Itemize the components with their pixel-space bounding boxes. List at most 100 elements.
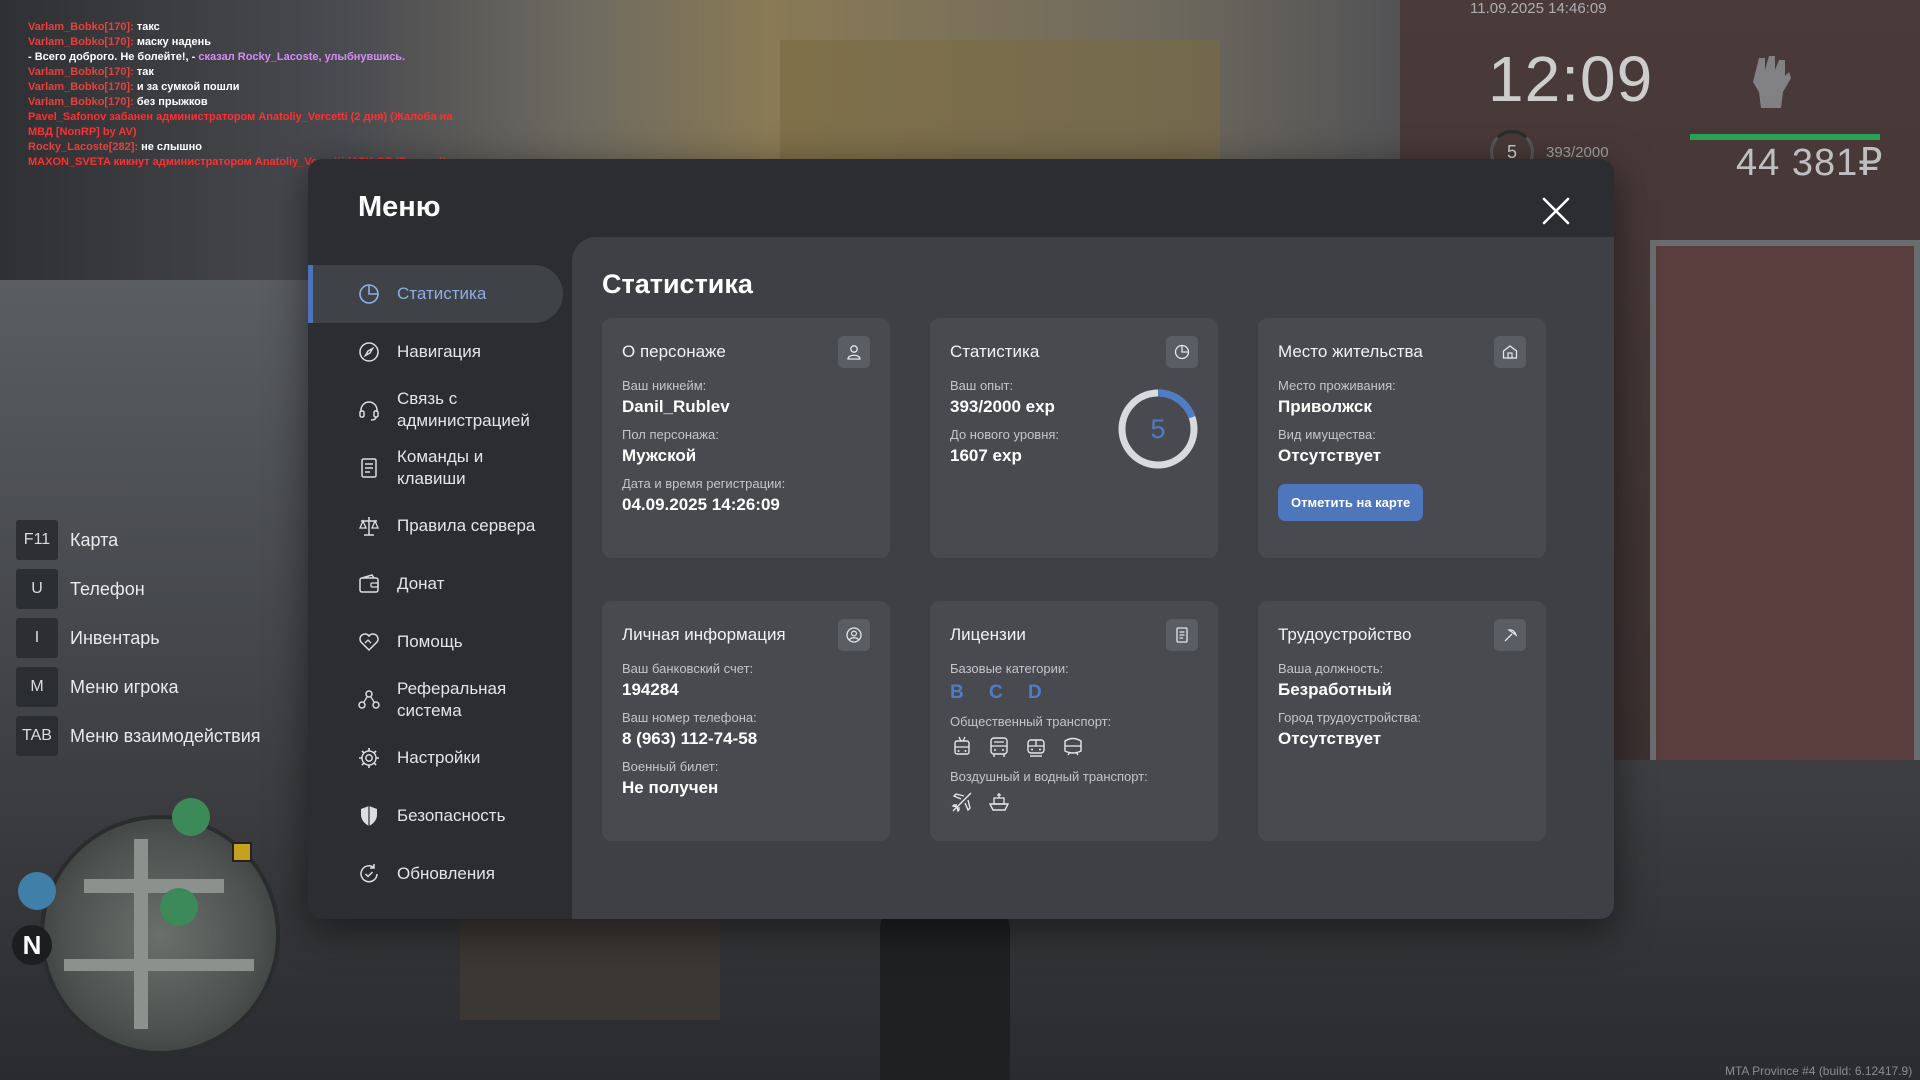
chat-text: и за сумкой пошли <box>133 81 240 93</box>
menu-title: Меню <box>358 191 441 223</box>
sidebar-item-label: Помощь <box>397 632 463 651</box>
sidebar-item-admin-contact[interactable]: Связь с администрацией <box>308 381 563 439</box>
sidebar-item-statistics[interactable]: Статистика <box>308 265 563 323</box>
card-header: О персонаже <box>622 336 870 368</box>
chat-line: Varlam_Bobko[170]: такс <box>28 20 548 35</box>
sidebar-item-label: Настройки <box>397 748 481 767</box>
public-transport-icons <box>950 735 1198 759</box>
chat-log: Varlam_Bobko[170]: такс Varlam_Bobko[170… <box>28 20 548 170</box>
card-header: Личная информация <box>622 619 870 651</box>
base-categories-value: B C D <box>950 682 1052 703</box>
boat-icon <box>987 790 1011 814</box>
mark-on-map-button[interactable]: Отметить на карте <box>1278 484 1424 521</box>
chat-text: - Всего доброго. Не болейте!, - <box>28 51 199 63</box>
licenses-card: Лицензии Базовые категории: B C D Общест… <box>930 601 1218 841</box>
minimap-taxi-marker-icon <box>18 872 56 910</box>
close-icon[interactable] <box>1540 195 1572 227</box>
sidebar-item-commands[interactable]: Команды и клавиши <box>308 439 563 497</box>
headset-icon <box>357 398 381 422</box>
player-menu-window: Меню Статистика Навигация Связь с админи… <box>308 159 1614 919</box>
hotkey-key: U <box>16 569 58 609</box>
scales-icon <box>357 514 381 538</box>
chat-text: маску надень <box>133 36 211 48</box>
sidebar-item-label: Донат <box>397 574 445 593</box>
sidebar-item-settings[interactable]: Настройки <box>308 729 563 787</box>
minimap-north-icon: N <box>12 925 52 965</box>
sidebar-item-updates[interactable]: Обновления <box>308 845 563 903</box>
metro-icon <box>1061 735 1085 759</box>
hud-money: 44 381₽ <box>1736 142 1884 184</box>
statistics-panel: Статистика О персонаже Ваш никнейм: Dani… <box>572 237 1614 919</box>
military-id-value: Не получен <box>622 778 719 797</box>
user-circle-icon <box>838 619 870 651</box>
hotkey-key: TAB <box>16 716 58 756</box>
hotkey-player-menu[interactable]: M Меню игрока <box>16 667 261 707</box>
character-card: О персонаже Ваш никнейм: Danil_Rublev По… <box>602 318 890 558</box>
sidebar-item-label: Команды и клавиши <box>397 447 484 488</box>
chat-line: Varlam_Bobko[170]: так <box>28 65 548 80</box>
sidebar-item-label: Связь с администрацией <box>397 389 530 430</box>
chat-text: не слышно <box>138 141 202 153</box>
chat-line: МВД [NonRP] by AV) <box>28 125 548 140</box>
wallet-icon <box>357 572 381 596</box>
compass-icon <box>357 340 381 364</box>
page-title: Статистика <box>602 269 753 299</box>
card-title: Личная информация <box>622 625 786 644</box>
sidebar-item-referral[interactable]: Реферальная система <box>308 671 563 729</box>
chat-line: Varlam_Bobko[170]: и за сумкой пошли <box>28 80 548 95</box>
minimap-road <box>134 839 148 1029</box>
hotkey-label: Меню взаимодействия <box>70 725 261 746</box>
employment-city-value: Отсутствует <box>1278 729 1382 748</box>
hotkey-key: F11 <box>16 520 58 560</box>
position-label: Ваша должность: <box>1278 661 1384 676</box>
id-card-icon <box>1166 619 1198 651</box>
card-title: Место жительства <box>1278 342 1423 361</box>
gear-icon <box>357 746 381 770</box>
chat-text: без прыжков <box>133 96 208 108</box>
referral-icon <box>357 688 381 712</box>
hotkey-interaction-menu[interactable]: TAB Меню взаимодействия <box>16 716 261 756</box>
residence-card: Место жительства Место проживания: Приво… <box>1258 318 1546 558</box>
sidebar-item-donate[interactable]: Донат <box>308 555 563 613</box>
chat-action: сказал Rocky_Lacoste, улыбнувшись. <box>198 51 406 63</box>
level-number: 5 <box>1150 413 1166 444</box>
sidebar-item-security[interactable]: Безопасность <box>308 787 563 845</box>
chat-nick: Varlam_Bobko[170]: <box>28 81 134 93</box>
chat-nick: Varlam_Bobko[170]: <box>28 96 134 108</box>
residence-place-value: Приволжск <box>1278 397 1372 416</box>
airplane-icon <box>950 790 974 814</box>
chat-system-text: МВД [NonRP] by AV) <box>28 126 137 138</box>
chat-nick: Varlam_Bobko[170]: <box>28 21 134 33</box>
hotkey-inventory[interactable]: I Инвентарь <box>16 618 261 658</box>
chat-nick: Varlam_Bobko[170]: <box>28 66 134 78</box>
air-water-transport-label: Воздушный и водный транспорт: <box>950 769 1148 784</box>
hotkey-phone[interactable]: U Телефон <box>16 569 261 609</box>
sidebar-item-label: Статистика <box>397 284 487 303</box>
registration-value: 04.09.2025 14:26:09 <box>622 495 780 514</box>
level-progress-ring: 5 <box>1117 388 1199 470</box>
hud-clock: 12:09 <box>1488 43 1654 115</box>
sidebar-item-navigation[interactable]: Навигация <box>308 323 563 381</box>
sidebar-item-rules[interactable]: Правила сервера <box>308 497 563 555</box>
personal-info-card: Личная информация Ваш банковский счет: 1… <box>602 601 890 841</box>
property-type-label: Вид имущества: <box>1278 427 1376 442</box>
chat-line: Pavel_Safonov забанен администратором An… <box>28 110 548 125</box>
employment-card: Трудоустройство Ваша должность: Безработ… <box>1258 601 1546 841</box>
trolleybus-icon <box>950 735 974 759</box>
hotkey-map[interactable]: F11 Карта <box>16 520 261 560</box>
minimap-road <box>64 959 254 971</box>
hotkey-key: M <box>16 667 58 707</box>
sidebar-item-label: Реферальная система <box>397 679 507 720</box>
hotkey-key: I <box>16 618 58 658</box>
pie-chart-icon <box>1166 336 1198 368</box>
sidebar-item-label: Правила сервера <box>397 516 536 535</box>
sidebar-item-help[interactable]: Помощь <box>308 613 563 671</box>
phone-value: 8 (963) 112-74-58 <box>622 729 758 748</box>
position-value: Безработный <box>1278 680 1392 699</box>
shield-icon <box>357 804 381 828</box>
nickname-label: Ваш никнейм: <box>622 378 707 393</box>
minimap-objective-icon <box>232 842 252 862</box>
chat-line: Varlam_Bobko[170]: маску надень <box>28 35 548 50</box>
card-header: Статистика <box>950 336 1198 368</box>
bus-icon <box>987 735 1011 759</box>
